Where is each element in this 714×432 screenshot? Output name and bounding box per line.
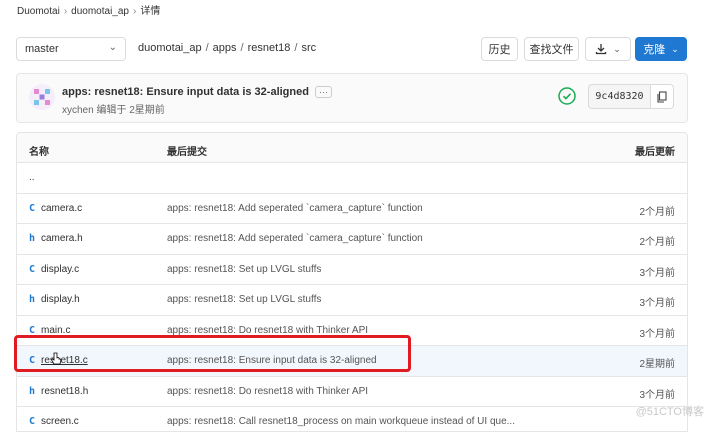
chevron-down-icon: ⌄ [671, 43, 679, 54]
c-file-icon: C [29, 202, 36, 214]
parent-directory-link[interactable]: .. [29, 172, 35, 183]
branch-name: master [25, 43, 59, 55]
file-name[interactable]: camera.h [41, 233, 83, 244]
table-row-highlighted[interactable]: Cresnet18.c apps: resnet18: Ensure input… [17, 346, 687, 377]
path-segment-apps[interactable]: apps [213, 42, 237, 54]
table-row[interactable]: Cdisplay.c apps: resnet18: Set up LVGL s… [17, 255, 687, 285]
file-name[interactable]: screen.c [41, 416, 79, 427]
avatar [29, 84, 55, 110]
breadcrumb-project[interactable]: duomotai_ap [71, 6, 129, 17]
file-path: duomotai_ap / apps / resnet18/src [138, 42, 316, 54]
commit-message[interactable]: apps: resnet18: Do resnet18 with Thinker… [167, 325, 368, 336]
pipeline-success-icon[interactable] [558, 87, 576, 105]
c-file-icon: C [29, 324, 36, 336]
table-header: 名称 最后提交 最后更新 [17, 133, 687, 163]
breadcrumb: Duomotai › duomotai_ap › 详情 [17, 2, 160, 17]
commit-sha[interactable]: 9c4d8320 [588, 84, 650, 109]
commit-more-button[interactable]: ··· [314, 86, 332, 98]
find-file-button[interactable]: 查找文件 [524, 37, 579, 61]
table-row[interactable]: h display.h apps: resnet18: Set up LVGL s… [17, 285, 687, 316]
table-row[interactable]: Ccamera.c apps: resnet18: Add seperated … [17, 194, 687, 224]
last-update: 3个月前 [639, 328, 675, 340]
column-name: 名称 [29, 147, 49, 158]
path-segment-src[interactable]: src [301, 42, 316, 54]
path-segment-resnet18[interactable]: resnet18 [248, 42, 291, 54]
last-update: 2个月前 [639, 237, 675, 248]
h-file-icon: h [29, 294, 36, 305]
path-separator: / [240, 42, 244, 54]
commit-author: xychen 编辑于 2星期前 [62, 105, 165, 116]
history-button[interactable]: 历史 [481, 37, 518, 61]
last-update: 3个月前 [639, 267, 675, 279]
commit-message[interactable]: apps: resnet18: Set up LVGL stuffs [167, 264, 321, 275]
clone-label: 克隆 [643, 44, 666, 56]
commit-message[interactable]: apps: resnet18: Set up LVGL stuffs [167, 294, 321, 305]
file-name[interactable]: main.c [41, 325, 70, 336]
branch-selector[interactable]: master ⌄ [16, 37, 126, 61]
commit-message[interactable]: apps: resnet18: Call resnet18_process on… [167, 416, 515, 427]
chevron-down-icon: ⌄ [613, 43, 621, 54]
copy-sha-button[interactable] [650, 84, 674, 109]
commit-title: apps: resnet18: Ensure input data is 32-… [62, 86, 332, 98]
table-row[interactable]: Cscreen.c apps: resnet18: Call resnet18_… [17, 407, 687, 431]
commit-message[interactable]: apps: resnet18: Do resnet18 with Thinker… [167, 386, 368, 397]
breadcrumb-current: 详情 [140, 6, 161, 17]
file-name[interactable]: camera.c [41, 203, 82, 214]
last-update: 3个月前 [639, 298, 675, 309]
download-icon [596, 44, 607, 55]
column-last-update: 最后更新 [635, 147, 675, 158]
file-table: 名称 最后提交 最后更新 .. Ccamera.c apps: resnet18… [16, 132, 688, 432]
parent-directory-row[interactable]: .. [17, 163, 687, 194]
commit-title-link[interactable]: apps: resnet18: Ensure input data is 32-… [62, 86, 309, 98]
file-name[interactable]: display.c [41, 264, 79, 275]
download-button[interactable]: ⌄ [585, 37, 631, 61]
c-file-icon: C [29, 416, 36, 427]
breadcrumb-group[interactable]: Duomotai [17, 6, 60, 17]
c-file-icon: C [29, 355, 36, 366]
breadcrumb-separator: › [63, 6, 68, 17]
commit-message[interactable]: apps: resnet18: Add seperated `camera_ca… [167, 203, 423, 214]
h-file-icon: h [29, 233, 36, 244]
chevron-down-icon: ⌄ [108, 42, 117, 53]
last-update: 2星期前 [639, 359, 675, 370]
clone-button[interactable]: 克隆 ⌄ [635, 37, 687, 61]
table-row[interactable]: h resnet18.h apps: resnet18: Do resnet18 … [17, 377, 687, 407]
last-commit-panel: apps: resnet18: Ensure input data is 32-… [16, 73, 688, 123]
file-name[interactable]: resnet18.c [41, 355, 88, 366]
file-name[interactable]: resnet18.h [41, 386, 88, 397]
column-last-commit: 最后提交 [167, 147, 207, 158]
c-file-icon: C [29, 263, 36, 275]
table-row[interactable]: Cmain.c apps: resnet18: Do resnet18 with… [17, 316, 687, 346]
path-separator: / [205, 42, 209, 54]
copy-icon [657, 90, 667, 103]
h-file-icon: h [29, 385, 36, 397]
commit-message[interactable]: apps: resnet18: Ensure input data is 32-… [167, 355, 377, 366]
file-name[interactable]: display.h [41, 294, 80, 305]
last-update: 2个月前 [639, 206, 675, 218]
last-update: 3个月前 [639, 389, 675, 401]
path-separator: / [294, 42, 298, 54]
watermark: @51CTO博客 [635, 406, 704, 418]
path-segment-project[interactable]: duomotai_ap [138, 42, 202, 54]
commit-message[interactable]: apps: resnet18: Add seperated `camera_ca… [167, 233, 423, 244]
breadcrumb-separator: › [132, 6, 137, 17]
table-row[interactable]: h camera.h apps: resnet18: Add seperated … [17, 224, 687, 255]
pointer-cursor-icon [50, 352, 62, 365]
